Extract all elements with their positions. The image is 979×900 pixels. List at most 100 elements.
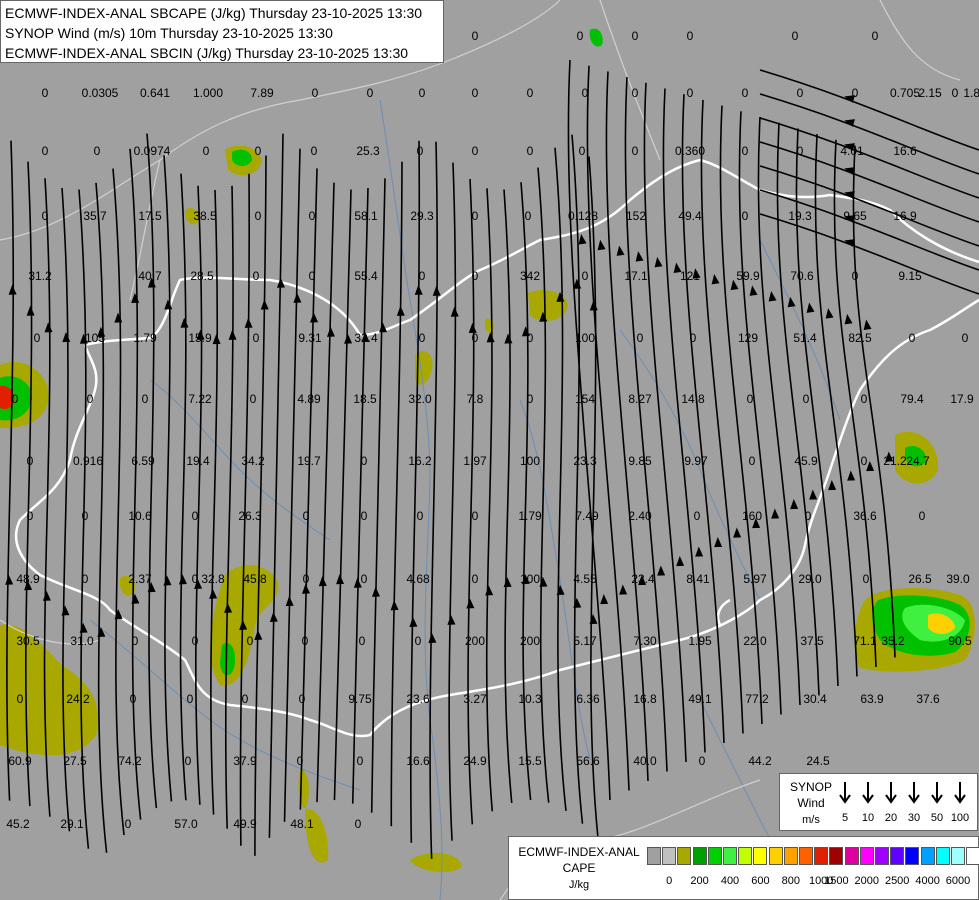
cin-value-label: 15.9 bbox=[188, 331, 212, 345]
wind-speed-5: 5 bbox=[841, 812, 849, 824]
cin-value-label: 0 bbox=[872, 29, 879, 43]
cape-legend-title-2: CAPE bbox=[562, 861, 596, 875]
cape-color-swatch bbox=[707, 847, 722, 865]
cin-value-label: 0 bbox=[690, 331, 697, 345]
cin-value-label: 0 bbox=[192, 634, 199, 648]
cin-value-label: 2.37 bbox=[128, 572, 152, 586]
cape-color-swatch bbox=[844, 847, 859, 865]
cin-value-label: 58.1 bbox=[354, 209, 378, 223]
wind-arrow-10-icon bbox=[862, 782, 874, 804]
cin-value-label: 0 bbox=[250, 392, 257, 406]
cin-value-label: 0 bbox=[852, 86, 859, 100]
cin-value-label: 0 bbox=[12, 392, 19, 406]
cape-scale-tick: 1500 bbox=[824, 875, 849, 887]
cape-scale-tick: 400 bbox=[720, 875, 740, 887]
cape-color-swatch bbox=[920, 847, 935, 865]
cape-color-swatch bbox=[905, 847, 920, 865]
cin-value-label: 29.3 bbox=[410, 209, 434, 223]
cin-value-label: 0 bbox=[415, 634, 422, 648]
cin-value-label: 24.2 bbox=[66, 692, 90, 706]
wind-speed-50: 50 bbox=[930, 812, 944, 824]
cin-value-label: 7.89 bbox=[250, 86, 274, 100]
cin-value-label: 74.2 bbox=[118, 754, 142, 768]
cin-value-label: 16.9 bbox=[893, 209, 917, 223]
cin-value-label: 40.0 bbox=[633, 754, 657, 768]
cin-value-label: 0 bbox=[297, 754, 304, 768]
cin-value-label: 9.65 bbox=[843, 209, 867, 223]
cin-value-label: 9.97 bbox=[684, 454, 708, 468]
cin-value-label: 24.9 bbox=[463, 754, 487, 768]
cin-value-label: 0 bbox=[125, 817, 132, 831]
cin-value-label: 23.6 bbox=[406, 692, 430, 706]
cin-value-label: 0 bbox=[302, 634, 309, 648]
cin-value-label: 0 bbox=[417, 144, 424, 158]
cape-scale-tick: 6000 bbox=[945, 875, 971, 887]
cin-value-label: 0 bbox=[42, 86, 49, 100]
cin-value-label: 17.5 bbox=[138, 209, 162, 223]
cin-value-label: 30.5 bbox=[16, 634, 40, 648]
cape-color-swatch bbox=[814, 847, 829, 865]
cin-value-label: 26.5 bbox=[908, 572, 932, 586]
cin-value-label: 0 bbox=[253, 331, 260, 345]
wind-legend-label-1: SYNOP bbox=[789, 780, 832, 794]
cin-value-label: 6.59 bbox=[131, 454, 155, 468]
cin-value-label: 0 bbox=[42, 209, 49, 223]
cin-value-label: 0 bbox=[637, 331, 644, 345]
wind-speed-20: 20 bbox=[884, 812, 898, 824]
cin-value-label: 0 bbox=[472, 86, 479, 100]
cin-value-label: 9.15 bbox=[898, 269, 922, 283]
cape-color-swatch bbox=[799, 847, 813, 865]
cin-value-label: 0 bbox=[742, 144, 749, 158]
cin-value-label: 0 bbox=[582, 269, 589, 283]
wind-arrow-5-icon bbox=[839, 782, 851, 804]
cin-value-label: 129 bbox=[738, 331, 758, 345]
cin-value-label: 21.2 bbox=[883, 454, 907, 468]
cape-color-swatch bbox=[875, 847, 889, 865]
cin-value-label: 35.7 bbox=[83, 209, 107, 223]
cin-value-label: 32.0 bbox=[408, 392, 432, 406]
cin-value-label: 0.641 bbox=[140, 86, 170, 100]
cin-value-label: 37.6 bbox=[916, 692, 940, 706]
cin-value-label: 0 bbox=[687, 29, 694, 43]
cin-value-label: 0.916 bbox=[73, 454, 103, 468]
cin-value-label: 32.8 bbox=[201, 572, 225, 586]
cin-value-label: 0 bbox=[527, 392, 534, 406]
cin-value-label: 0 bbox=[309, 269, 316, 283]
cin-value-label: 7.22 bbox=[188, 392, 212, 406]
cin-value-label: 18.5 bbox=[353, 392, 377, 406]
cin-value-label: 0 bbox=[632, 86, 639, 100]
cin-value-label: 38.5 bbox=[193, 209, 217, 223]
cin-value-label: 7.8 bbox=[467, 392, 484, 406]
cin-value-label: 0 bbox=[797, 144, 804, 158]
cin-value-label: 160 bbox=[742, 509, 762, 523]
cin-value-label: 10.3 bbox=[518, 692, 542, 706]
cin-value-label: 3.27 bbox=[463, 692, 487, 706]
cin-value-label: 6.36 bbox=[576, 692, 600, 706]
cape-color-swatch bbox=[935, 847, 950, 865]
cin-value-label: 200 bbox=[520, 634, 540, 648]
cape-scale-tick: 0 bbox=[666, 875, 673, 887]
cin-value-label: 0 bbox=[42, 144, 49, 158]
cin-value-label: 0.128 bbox=[568, 209, 598, 223]
cin-value-label: 1.95 bbox=[688, 634, 712, 648]
wind-legend-label-2: Wind bbox=[797, 796, 825, 810]
cin-value-label: 1.000 bbox=[193, 86, 223, 100]
cin-value-label: 0 bbox=[303, 572, 310, 586]
cin-value-label: 0 bbox=[694, 509, 701, 523]
cin-value-label: 0 bbox=[749, 454, 756, 468]
cin-value-label: 79.4 bbox=[900, 392, 924, 406]
cin-value-label: 45.8 bbox=[243, 572, 267, 586]
cape-color-swatch bbox=[890, 847, 905, 865]
wind-legend-unit: m/s bbox=[802, 814, 820, 826]
cin-value-label: 0 bbox=[472, 209, 479, 223]
cin-value-label: 19.4 bbox=[186, 454, 210, 468]
cin-value-label: 0 bbox=[311, 144, 318, 158]
cin-value-label: 45.9 bbox=[794, 454, 818, 468]
cin-value-label: 4.89 bbox=[297, 392, 321, 406]
cin-value-label: 49.1 bbox=[688, 692, 712, 706]
wind-arrow-20-icon bbox=[885, 782, 897, 804]
cin-value-label: 0 bbox=[309, 209, 316, 223]
cin-value-label: 16.2 bbox=[408, 454, 432, 468]
cin-value-label: 27.5 bbox=[63, 754, 87, 768]
cin-value-label: 48.9 bbox=[16, 572, 40, 586]
